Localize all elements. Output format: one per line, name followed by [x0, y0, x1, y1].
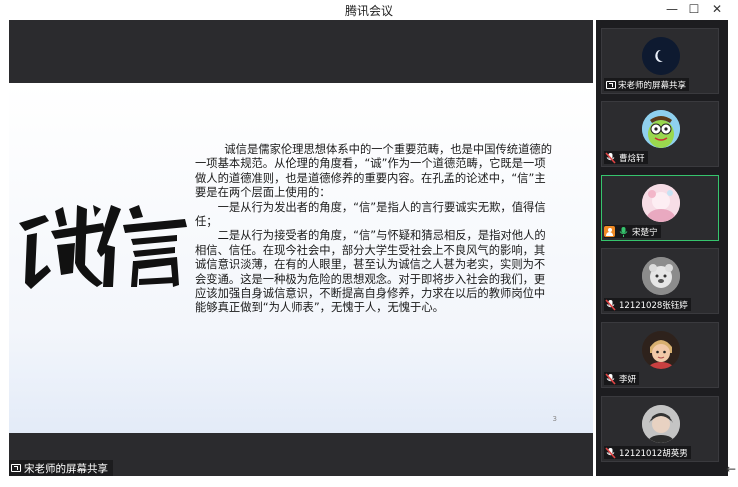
slide-page-number: 3: [552, 415, 557, 423]
mic-muted-icon: [605, 446, 616, 459]
screen-share-label: 宋老师的屏幕共享: [24, 462, 108, 475]
participant-label: 12121012胡英男: [604, 446, 691, 459]
slide-paragraph: 一是从行为发出者的角度，“信”是指人的言行要诚实无欺，值得信任；: [195, 200, 546, 229]
participant-name: 宋老师的屏幕共享: [618, 80, 687, 91]
presentation-slide: 诚信是儒家伦理思想体系中的一个重要范畴，也是中国传统道德的一项基本规范。从伦理的…: [9, 83, 593, 433]
collapse-gallery-arrow-icon[interactable]: ←: [726, 462, 736, 476]
participant-name: 李妍: [619, 374, 637, 385]
slide-paragraph: 诚信是儒家伦理思想体系中的一个重要范畴，也是中国传统道德的一项基本规范。从伦理的…: [195, 143, 552, 200]
mic-active-icon: [619, 226, 628, 237]
mic-muted-icon: [605, 151, 616, 164]
participant-label: 宋老师的屏幕共享: [604, 78, 690, 91]
close-button[interactable]: ✕: [707, 1, 727, 18]
slide-body-text: 诚信是儒家伦理思想体系中的一个重要范畴，也是中国传统道德的一项基本规范。从伦理的…: [195, 143, 553, 316]
avatar: [642, 257, 680, 295]
participant-tile[interactable]: 12121028张钰婷: [601, 248, 719, 314]
participant-tile[interactable]: 曹焓轩: [601, 101, 719, 167]
screen-share-icon: [606, 80, 616, 89]
participant-name: 12121012胡英男: [619, 448, 688, 459]
participant-label: 曹焓轩: [604, 151, 648, 164]
participant-tile[interactable]: 李妍: [601, 322, 719, 388]
title-bar: 腾讯会议 — ☐ ✕: [0, 0, 738, 20]
maximize-button[interactable]: ☐: [684, 1, 704, 18]
avatar: [642, 110, 680, 148]
participant-gallery[interactable]: 宋老师的屏幕共享 曹焓轩 宋楚宁 12121028张钰婷 李妍 12121012…: [596, 20, 728, 476]
screen-share-badge: 宋老师的屏幕共享: [9, 460, 113, 476]
mic-muted-icon: [605, 298, 616, 311]
participant-label: 李妍: [604, 372, 640, 385]
host-icon: [604, 226, 615, 237]
minimize-button[interactable]: —: [662, 1, 682, 18]
participant-tile[interactable]: 宋老师的屏幕共享: [601, 28, 719, 94]
screen-share-icon: [11, 464, 21, 472]
participant-tile[interactable]: 12121012胡英男: [601, 396, 719, 462]
participant-name: 曹焓轩: [619, 153, 645, 164]
participant-name: 宋楚宁: [632, 227, 658, 238]
shared-screen-area[interactable]: 诚信是儒家伦理思想体系中的一个重要范畴，也是中国传统道德的一项基本规范。从伦理的…: [9, 20, 593, 476]
avatar: [642, 184, 680, 222]
avatar: [642, 331, 680, 369]
mic-muted-icon: [605, 372, 616, 385]
participant-tile-active-speaker[interactable]: 宋楚宁: [601, 175, 719, 241]
avatar: [642, 405, 680, 443]
calligraphy-image: [19, 205, 187, 289]
app-title: 腾讯会议: [344, 4, 393, 18]
participant-name: 12121028张钰婷: [619, 300, 688, 311]
slide-paragraph: 二是从行为接受者的角度，“信”与怀疑和猜忌相反，是指对他人的相信、信任。在现今社…: [195, 229, 546, 315]
avatar: [642, 37, 680, 75]
participant-label: 12121028张钰婷: [604, 298, 691, 311]
participant-label: 宋楚宁: [604, 225, 661, 238]
